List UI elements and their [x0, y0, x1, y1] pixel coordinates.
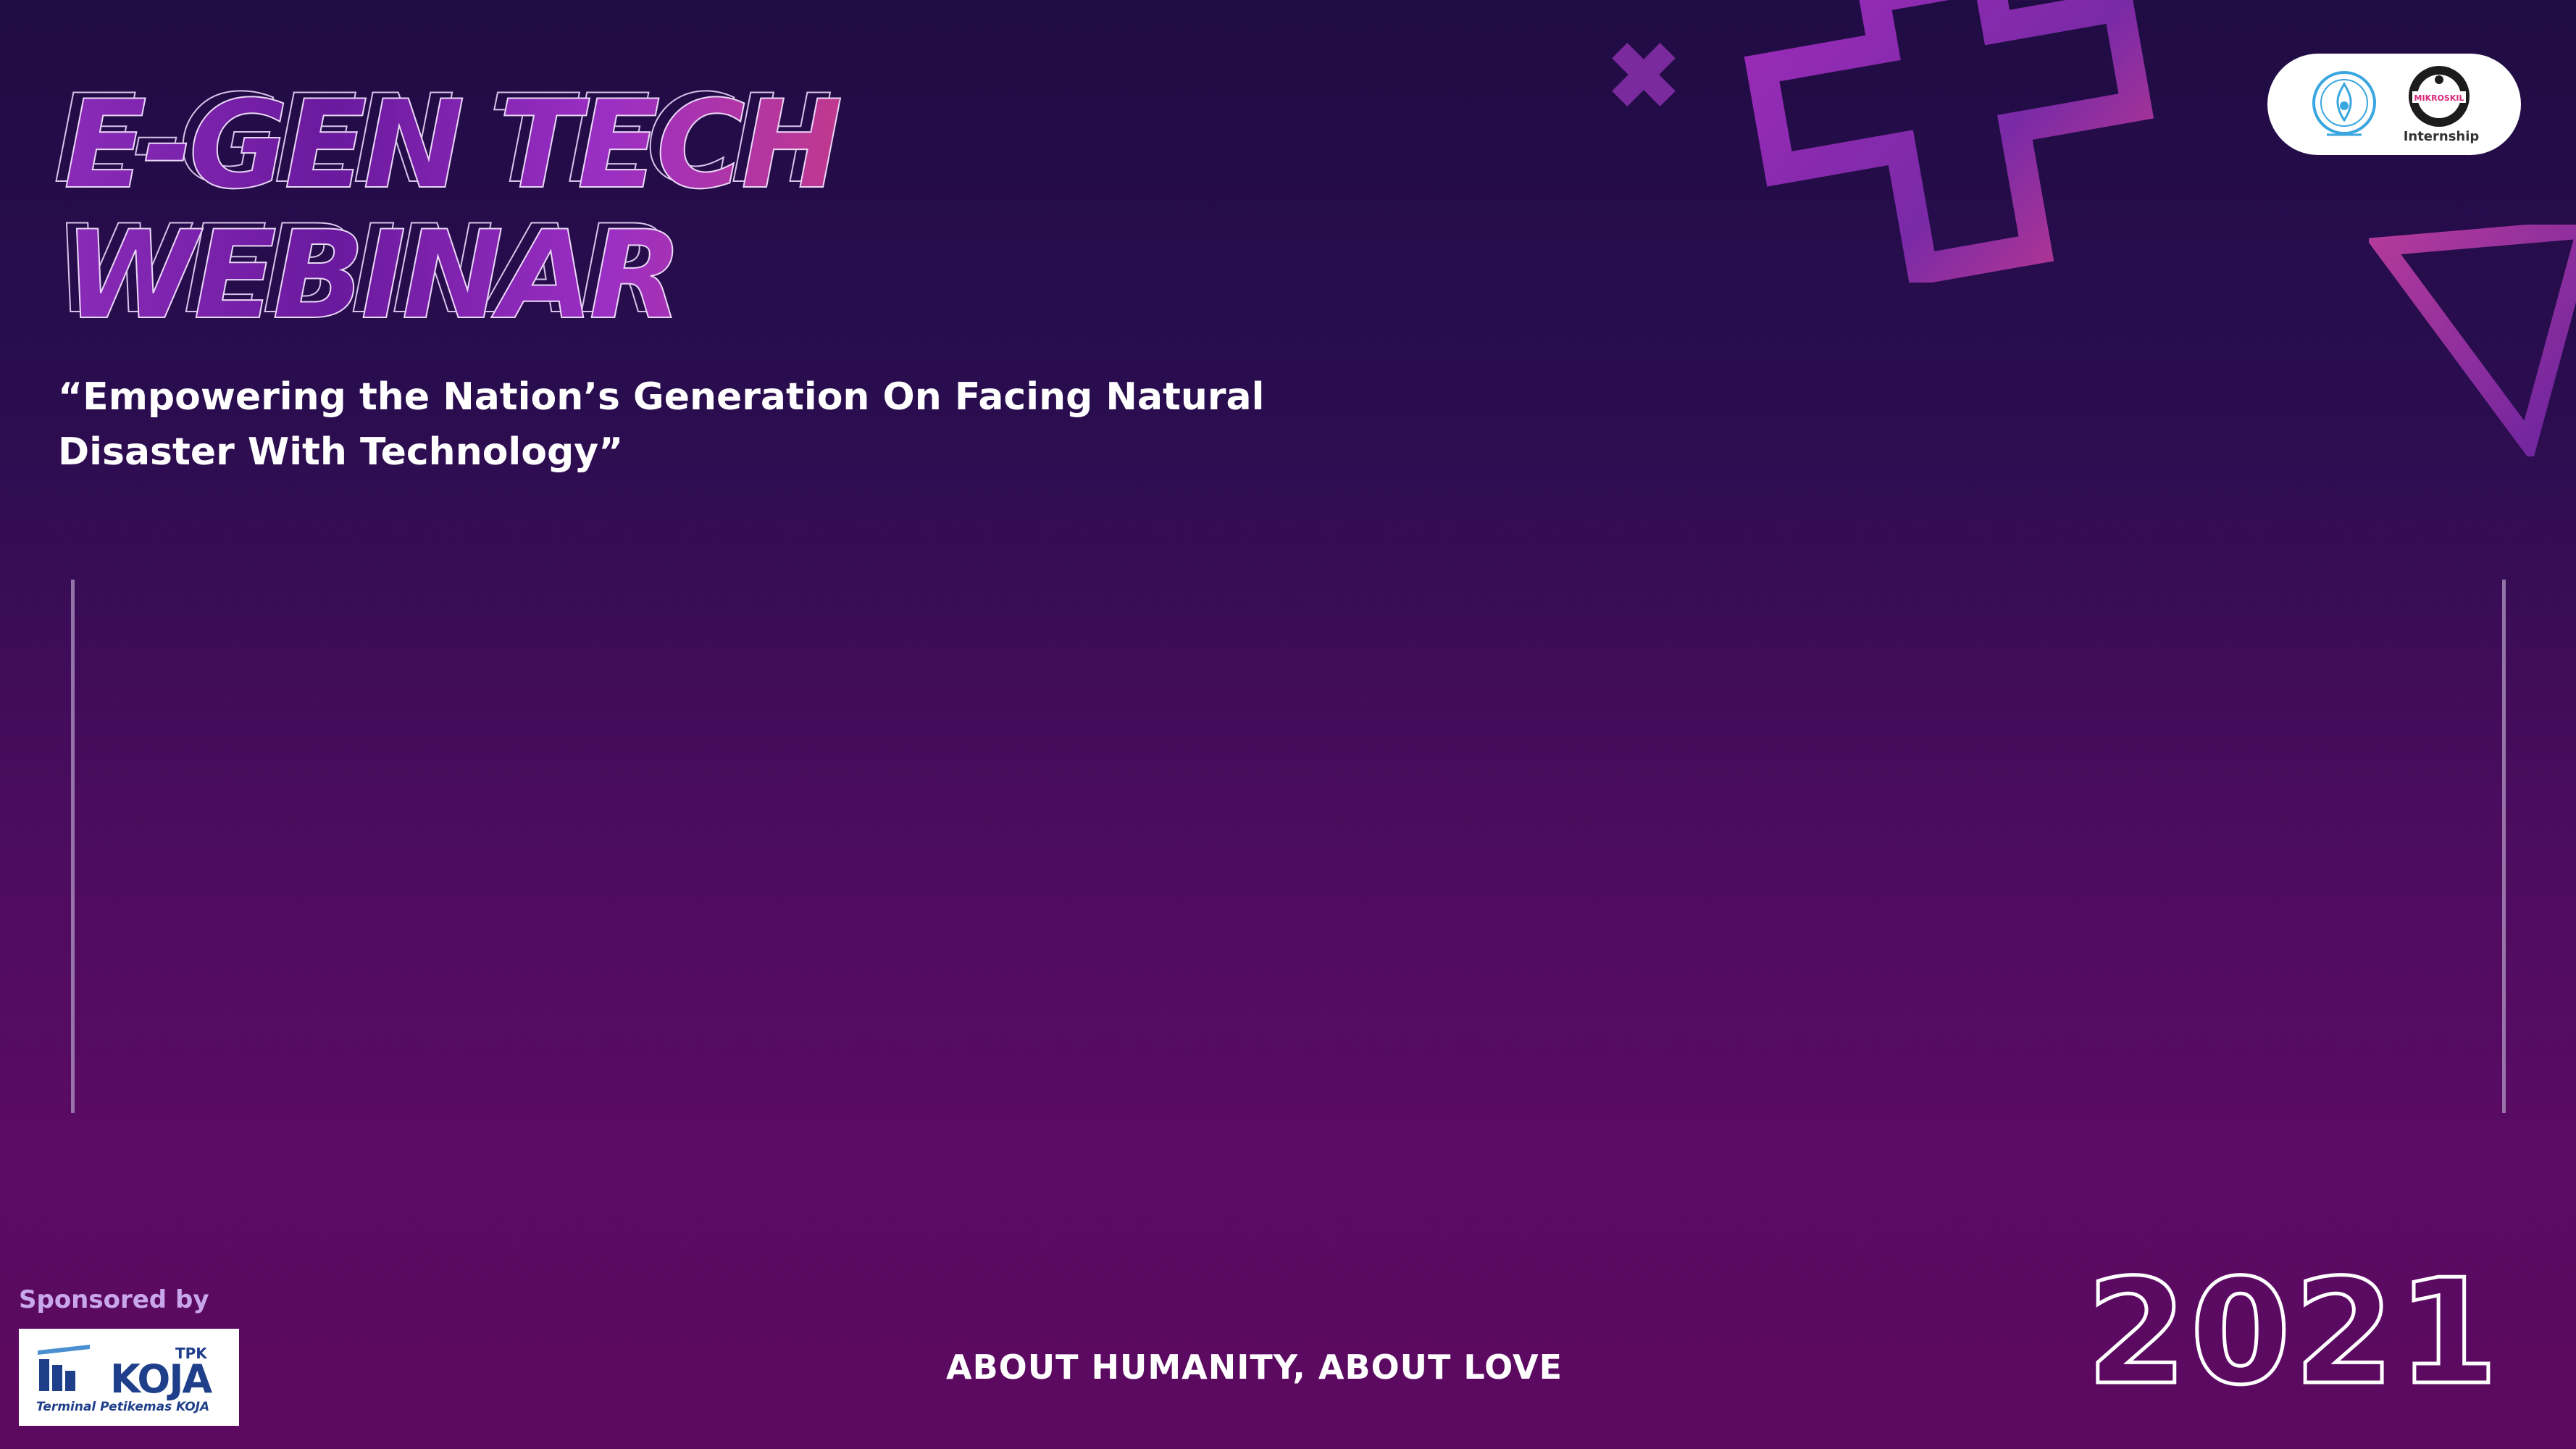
sponsored-by-label: Sponsored by	[19, 1285, 209, 1314]
internship-label: Internship	[2403, 129, 2480, 144]
sponsor-name: KOJA	[110, 1356, 212, 1402]
tagline-line-2: Disaster With Technology”	[58, 430, 624, 474]
slogan-text: ABOUT HUMANITY, ABOUT LOVE	[946, 1348, 1563, 1387]
koja-logo-icon	[38, 1345, 90, 1391]
right-frame-line	[2502, 580, 2506, 1113]
event-year: 2021	[2085, 1248, 2501, 1417]
mikroskil-logo-text: MIKROSKIL	[2414, 93, 2464, 103]
sponsor-logo-box: TPK KOJA Terminal Petikemas KOJA	[19, 1329, 239, 1426]
tagline-line-1: “Empowering the Nation’s Generation On F…	[58, 375, 1265, 419]
large-cross-decoration	[1744, 0, 2154, 283]
left-frame-line	[71, 580, 75, 1113]
webinar-tagline: “Empowering the Nation’s Generation On F…	[58, 369, 1398, 480]
university-logo-icon	[2312, 71, 2376, 136]
title-line-1: E-GEN TECH	[63, 74, 843, 216]
small-cross-decoration	[1612, 43, 1676, 107]
webinar-title: E-GEN TECH WEBINAR	[63, 74, 843, 346]
mikroskil-logo-icon: MIKROSKIL	[2409, 66, 2470, 127]
title-line-2: WEBINAR	[63, 204, 684, 346]
triangle-decoration	[2369, 225, 2576, 456]
sponsor-full-name: Terminal Petikemas KOJA	[36, 1400, 210, 1414]
